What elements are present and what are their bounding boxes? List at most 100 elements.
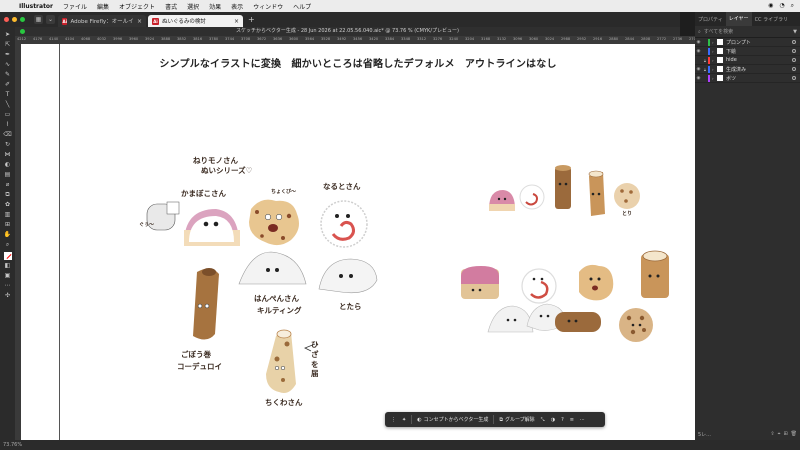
graph-tool-icon[interactable]: ▥ [3,210,13,219]
eyedropper-tool-icon[interactable]: ⌀ [3,180,13,189]
menu-window[interactable]: ウィンドウ [248,2,288,11]
drag-handle-icon[interactable]: ⋮ [388,417,399,423]
locate-icon[interactable]: ⌖ [778,431,781,437]
generate-vector-button[interactable]: ◐ コンセプトからベクター生成 [414,416,491,424]
tab-firefly[interactable]: Ai Adobe Firefly：オールインワン × [58,15,146,27]
hand-tool-icon[interactable]: ✋ [3,230,13,239]
canvas[interactable]: シンプルなイラストに変換 細かいところは省略したデフォルメ アウトラインはなし [21,44,695,440]
screen-mode-icon[interactable]: ▣ [3,271,13,280]
horizontal-ruler[interactable]: 4212 4176 4140 4104 4068 4032 3996 3960 3924 3888… [15,36,695,44]
menu-edit[interactable]: 編集 [92,2,114,11]
direct-selection-tool-icon[interactable]: ⇱ [3,40,13,49]
naruto-sketch[interactable] [320,200,368,248]
line-tool-icon[interactable]: ╲ [3,100,13,109]
vector-kamaboko[interactable] [461,266,499,299]
ungroup-button[interactable]: ⧉ グループ解除 [496,416,537,424]
layer-name[interactable]: プロンプト [726,39,751,46]
vector-chikuwa-small[interactable] [588,170,605,216]
vector-satsuma[interactable] [579,264,614,301]
menu-type[interactable]: 書式 [160,2,182,11]
draw-mode-icon[interactable]: ◧ [3,261,13,270]
vector-naruto-small[interactable] [519,184,545,210]
rotate-tool-icon[interactable]: ↻ [3,140,13,149]
vector-tofu[interactable] [619,308,653,342]
target-circle-icon[interactable] [792,76,796,80]
menu-app[interactable]: Illustrator [14,3,58,10]
menu-file[interactable]: ファイル [58,2,92,11]
close-window-button[interactable] [4,17,9,22]
tatara-sketch[interactable] [318,258,378,294]
target-circle-icon[interactable] [792,67,796,71]
layer-name[interactable]: 下絵 [726,48,736,55]
target-circle-icon[interactable] [792,40,796,44]
layer-row[interactable]: ◉ › ボツ [695,74,800,83]
eraser-tool-icon[interactable]: ⌫ [3,130,13,139]
gradient-tool-icon[interactable]: ▤ [3,170,13,179]
close-tab-icon[interactable]: × [133,18,142,25]
tab-layers[interactable]: レイヤー [725,12,752,26]
tab-nuigurumi[interactable]: Ai ぬいぐるみの検討 × [148,15,243,27]
menu-select[interactable]: 選択 [182,2,204,11]
search-icon[interactable]: ⌕ [791,2,794,10]
target-circle-icon[interactable] [792,49,796,53]
layer-name[interactable]: hide [726,57,737,63]
symbol-tool-icon[interactable]: ✿ [3,200,13,209]
hanpen-sketch[interactable] [238,251,307,285]
zoom-window-button[interactable] [20,17,25,22]
vector-tofu-small[interactable] [614,183,640,209]
target-circle-icon[interactable] [792,58,796,62]
artboard-tool-icon[interactable]: ⊞ [3,220,13,229]
chevron-down-icon[interactable]: ⌄ [46,15,55,24]
type-tool-icon[interactable]: T [3,90,13,99]
shape-builder-tool-icon[interactable]: ◐ [3,160,13,169]
transform-icon[interactable]: ⤡ [538,417,548,423]
fill-stroke-icon[interactable] [3,252,12,260]
layer-name[interactable]: ボツ [726,75,736,82]
trash-icon[interactable]: 🗑︎ [791,431,797,437]
close-tab-icon[interactable]: × [230,18,239,25]
layer-search[interactable]: ⌕ すべてを検索 ▼ [695,26,800,38]
kamaboko-sketch[interactable] [184,209,240,246]
sidebar-toggle-icon[interactable]: ▦ [34,15,43,24]
filter-icon[interactable]: ▼ [793,29,797,35]
selection-tool-icon[interactable]: ➤ [3,30,13,39]
width-tool-icon[interactable]: ⋈ [3,150,13,159]
satsuma-sketch[interactable] [249,199,299,246]
layer-row[interactable]: 🔒︎ › hide [695,56,800,65]
visibility-eye-icon[interactable]: ◉ [695,40,702,45]
menu-help[interactable]: ヘルプ [288,2,316,11]
rectangle-tool-icon[interactable]: ▭ [3,110,13,119]
vector-chikuwa[interactable] [641,250,669,298]
visibility-eye-icon[interactable]: ◉ [695,67,702,72]
export-icon[interactable]: ⇪ [770,431,774,437]
chikuwa-sketch[interactable] [266,329,316,393]
brush-tool-icon[interactable]: ✎ [3,70,13,79]
new-layer-icon[interactable]: ⊞ [783,431,787,437]
shaper-tool-icon[interactable]: ✐ [3,80,13,89]
vector-gobo-small[interactable] [555,165,571,209]
more-options-icon[interactable]: ⋯ [577,417,588,423]
zoom-level[interactable]: 73.76% [3,442,22,448]
vector-gobo[interactable] [555,312,601,332]
minimize-window-button[interactable] [12,17,17,22]
vector-hanpen[interactable] [487,305,534,333]
menu-effect[interactable]: 効果 [204,2,226,11]
wifi-icon[interactable]: ◔ [779,2,784,10]
gobo-sketch[interactable] [193,268,219,340]
help-button[interactable]: ? [558,417,567,423]
recolor-icon[interactable]: ◑ [548,417,558,423]
blend-tool-icon[interactable]: ⧉ [3,190,13,199]
zoom-tool-icon[interactable]: ⌕ [3,240,13,249]
magic-wand-icon[interactable]: ✦ [399,417,409,423]
vector-naruto[interactable] [521,268,557,304]
layer-row[interactable]: ◉ › 下絵 [695,47,800,56]
curvature-tool-icon[interactable]: ∿ [3,60,13,69]
menu-view[interactable]: 表示 [226,2,248,11]
more-tools-icon[interactable]: ⋯ [3,281,13,290]
layer-name[interactable]: 生成済み [726,66,746,73]
tab-properties[interactable]: プロパティ [695,16,726,23]
layer-row[interactable]: ◉ 🔒︎ › 生成済み [695,65,800,74]
layer-row[interactable]: ◉ › プロンプト [695,38,800,47]
menu-object[interactable]: オブジェクト [114,2,160,11]
menu-icon[interactable]: ≡ [567,417,577,423]
